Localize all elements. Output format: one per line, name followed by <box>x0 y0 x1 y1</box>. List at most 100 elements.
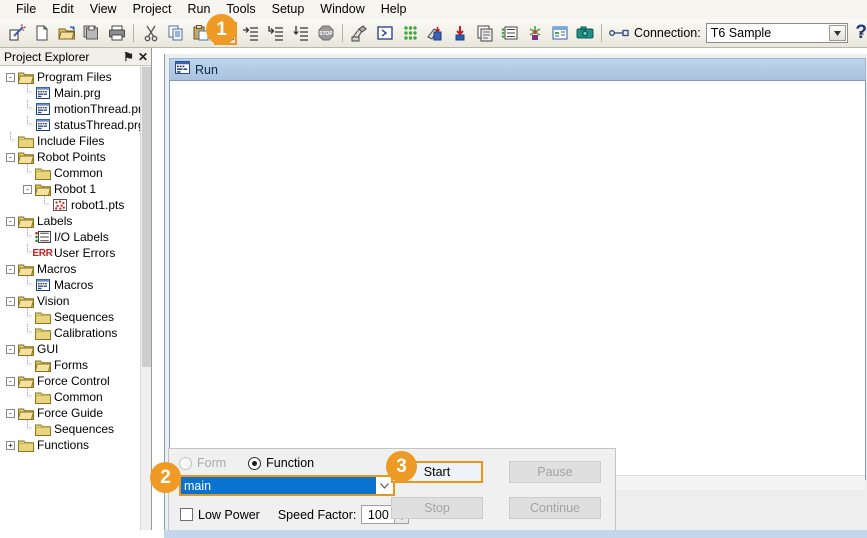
tree-item[interactable]: Calibrations <box>0 323 140 341</box>
tree-item-label: Common <box>54 166 103 180</box>
new-project-icon[interactable] <box>5 22 28 45</box>
pin-icon[interactable]: ⚑ <box>123 50 134 64</box>
force-monitor-icon[interactable] <box>448 22 471 45</box>
tree-item[interactable]: Sequences <box>0 419 140 437</box>
tree-item-label: Sequences <box>54 422 115 436</box>
io-monitor-icon[interactable] <box>398 22 421 45</box>
collapse-icon[interactable]: - <box>23 184 32 194</box>
stop-button[interactable]: Stop <box>391 497 483 519</box>
folder-open-icon <box>34 358 51 372</box>
radio-function[interactable] <box>248 456 262 470</box>
tree-item-label: I/O Labels <box>54 230 109 244</box>
toolbar-separator <box>133 24 134 42</box>
tree-scrollbar[interactable] <box>140 66 151 538</box>
low-power-label: Low Power <box>198 507 260 522</box>
application-window: File Edit View Project Run Tools Setup W… <box>0 0 867 538</box>
tree-item[interactable]: statusThread.prg <box>0 115 140 133</box>
collapse-icon[interactable]: - <box>6 408 15 418</box>
step-into-icon[interactable] <box>239 22 262 45</box>
simulator-icon[interactable] <box>473 22 496 45</box>
collapse-icon[interactable]: - <box>6 72 15 82</box>
print-icon[interactable] <box>105 22 128 45</box>
low-power-checkbox[interactable] <box>180 508 193 521</box>
tree-item[interactable]: - Robot Points <box>0 149 140 165</box>
pause-button[interactable]: Pause <box>509 461 601 483</box>
tree-item[interactable]: Macros <box>0 275 140 293</box>
toolbar-overflow-icon[interactable]: ≡ <box>859 28 864 38</box>
tree-item[interactable]: - Robot 1 <box>0 181 140 197</box>
tree-item[interactable]: Include Files <box>0 131 140 149</box>
open-file-icon[interactable] <box>55 22 78 45</box>
tree-item[interactable]: motionThread.prg <box>0 99 140 117</box>
tree-item[interactable]: Sequences <box>0 307 140 325</box>
tree-item-label: User Errors <box>54 246 116 260</box>
tree-scrollbar-thumb[interactable] <box>142 67 151 367</box>
radio-form-label: Form <box>197 456 227 470</box>
collapse-icon[interactable]: - <box>6 152 15 162</box>
tree-item-label: Calibrations <box>54 326 118 340</box>
radio-function-label: Function <box>266 456 315 470</box>
step-out-icon[interactable] <box>289 22 312 45</box>
close-icon[interactable]: ✕ <box>138 50 148 64</box>
connection-dropdown[interactable]: T6 Sample <box>705 23 849 43</box>
tree-item[interactable]: Forms <box>0 355 140 373</box>
save-all-icon[interactable] <box>80 22 103 45</box>
collapse-icon[interactable]: - <box>6 264 15 274</box>
tree-item[interactable]: - Force Control <box>0 373 140 389</box>
io-labels-icon[interactable] <box>498 22 521 45</box>
mode-radio-group: Form Function <box>179 456 336 470</box>
tree-item[interactable]: Common <box>0 163 140 183</box>
expand-icon[interactable]: + <box>6 440 15 450</box>
menu-item-project[interactable]: Project <box>125 1 180 18</box>
tree-item[interactable]: Main.prg <box>0 83 140 101</box>
tree-item-label: Sequences <box>54 310 115 324</box>
tree-item[interactable]: - Program Files <box>0 69 140 85</box>
menu-item-window[interactable]: Window <box>312 1 372 18</box>
tree-item[interactable]: robot1.pts <box>0 195 140 215</box>
menu-item-help[interactable]: Help <box>373 1 415 18</box>
radio-form[interactable] <box>179 456 192 470</box>
tree-item[interactable]: - Labels <box>0 213 140 229</box>
collapse-icon[interactable]: - <box>6 344 15 354</box>
status-bar <box>164 530 867 538</box>
step-over-icon[interactable] <box>264 22 287 45</box>
gui-builder-icon[interactable] <box>548 22 571 45</box>
folder-open-icon <box>17 262 34 276</box>
collapse-icon[interactable]: - <box>6 216 15 226</box>
tree-item-label: motionThread.prg <box>54 102 140 116</box>
tree-line <box>40 195 49 215</box>
menu-item-file[interactable]: File <box>8 1 44 18</box>
cut-icon[interactable] <box>139 22 162 45</box>
toolbar-separator-2 <box>342 24 343 42</box>
camera-icon[interactable] <box>573 22 596 45</box>
copy-icon[interactable] <box>164 22 187 45</box>
toolbar-separator-3 <box>601 24 602 42</box>
tree-item-label: Main.prg <box>54 86 101 100</box>
annotation-badge-3: 3 <box>386 451 417 482</box>
tree-item[interactable]: - Macros <box>0 261 140 277</box>
menu-item-setup[interactable]: Setup <box>264 1 313 18</box>
tree-item-label: Labels <box>37 214 73 228</box>
collapse-icon[interactable]: - <box>6 296 15 306</box>
continue-button[interactable]: Continue <box>509 497 601 519</box>
collapse-icon[interactable]: - <box>6 376 15 386</box>
robot-manager-icon[interactable] <box>348 22 371 45</box>
tree-line <box>23 163 32 183</box>
tree-item[interactable]: + Functions <box>0 437 140 453</box>
menu-item-edit[interactable]: Edit <box>44 1 82 18</box>
stop-icon[interactable]: STOP <box>314 22 337 45</box>
task-manager-icon[interactable] <box>423 22 446 45</box>
command-window-icon[interactable] <box>373 22 396 45</box>
new-file-icon[interactable] <box>30 22 53 45</box>
function-dropdown[interactable]: main <box>179 475 395 496</box>
tree-item[interactable]: I/O Labels <box>0 227 140 245</box>
tree-item[interactable]: Common <box>0 387 140 405</box>
tree-item[interactable]: - GUI <box>0 341 140 357</box>
menu-item-view[interactable]: View <box>82 1 125 18</box>
chevron-down-icon[interactable] <box>829 25 847 41</box>
tree-item[interactable]: - Force Guide <box>0 405 140 421</box>
vision-icon[interactable] <box>523 22 546 45</box>
tree-item[interactable]: ERR User Errors <box>0 243 140 261</box>
tree-item[interactable]: - Vision <box>0 293 140 309</box>
menu-bar: File Edit View Project Run Tools Setup W… <box>0 0 867 19</box>
